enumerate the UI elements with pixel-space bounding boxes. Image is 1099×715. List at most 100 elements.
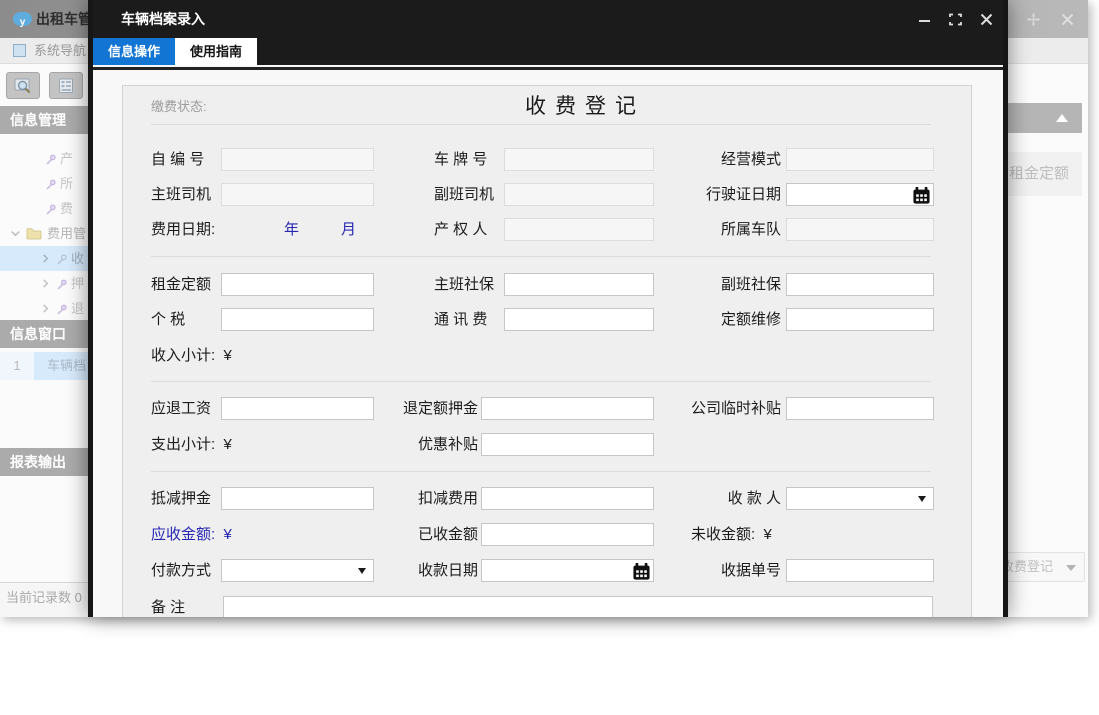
refund-quota-deposit-input[interactable]	[481, 397, 654, 420]
income-subtotal-label: 收入小计: ¥	[151, 344, 232, 367]
divider	[151, 471, 931, 472]
divider	[151, 256, 931, 257]
payee-label: 收 款 人	[641, 487, 781, 510]
fee-register-panel: 缴费状态: 收费登记 自 编 号 车 牌 号 经营模式 主班司机 副班司机 行驶…	[122, 85, 972, 617]
received-label: 已收金额	[391, 523, 478, 546]
close-icon[interactable]	[1060, 12, 1074, 26]
refund-quota-deposit-label: 退定额押金	[391, 397, 478, 420]
search-button[interactable]	[6, 72, 40, 99]
self-no-input[interactable]	[221, 148, 374, 171]
company-subsidy-label: 公司临时补贴	[641, 397, 781, 420]
chevron-right-icon	[40, 303, 51, 314]
dialog-close-icon[interactable]	[980, 13, 993, 26]
fee-year-link[interactable]: 年	[284, 218, 299, 241]
tool-icon	[44, 178, 56, 190]
expense-subtotal-label: 支出小计: ¥	[151, 433, 232, 456]
tab-user-guide[interactable]: 使用指南	[175, 38, 257, 65]
rent-quota-input[interactable]	[221, 273, 374, 296]
divider	[151, 124, 931, 125]
app-logo-icon: y	[13, 12, 32, 26]
self-no-label: 自 编 号	[151, 148, 204, 171]
tree-child-label: 收	[71, 246, 84, 271]
fee-register-dropdown-value: 收费登记	[1001, 559, 1053, 574]
main-driver-label: 主班司机	[151, 183, 211, 206]
pay-method-select[interactable]	[221, 559, 374, 582]
repair-quota-input[interactable]	[786, 308, 934, 331]
fleet-input[interactable]	[786, 218, 934, 241]
folder-icon	[26, 227, 42, 240]
vice-driver-input[interactable]	[504, 183, 654, 206]
vice-social-label: 副班社保	[641, 273, 781, 296]
receipt-no-input[interactable]	[786, 559, 934, 582]
fee-month-link[interactable]: 月	[341, 218, 356, 241]
business-mode-label: 经营模式	[641, 148, 781, 171]
fee-date-label: 费用日期:	[151, 218, 215, 241]
calendar-icon	[912, 186, 931, 205]
tree-item-label: 产	[60, 146, 73, 171]
plate-no-input[interactable]	[504, 148, 654, 171]
offset-deposit-input[interactable]	[221, 487, 374, 510]
company-subsidy-input[interactable]	[786, 397, 934, 420]
dropdown-arrow-icon	[358, 568, 366, 574]
screen: y 出租车管理	[0, 0, 1099, 715]
dialog-minimize-icon[interactable]	[918, 13, 931, 26]
chevron-right-icon	[40, 253, 51, 264]
discount-subsidy-label: 优惠补贴	[391, 433, 478, 456]
income-tax-label: 个 税	[151, 308, 185, 331]
form-list-icon	[57, 78, 75, 94]
restore-icon[interactable]	[1026, 12, 1040, 26]
payee-select[interactable]	[786, 487, 934, 510]
form-title: 收费登记	[525, 90, 645, 120]
dropdown-arrow-icon	[1066, 565, 1076, 571]
refund-salary-input[interactable]	[221, 397, 374, 420]
tree-folder-label: 费用管	[47, 221, 86, 246]
tool-icon	[55, 303, 67, 315]
income-tax-input[interactable]	[221, 308, 374, 331]
collapse-up-icon[interactable]	[1056, 114, 1068, 122]
vice-social-input[interactable]	[786, 273, 934, 296]
business-mode-input[interactable]	[786, 148, 934, 171]
received-input[interactable]	[481, 523, 654, 546]
receipt-date-input[interactable]	[481, 559, 654, 582]
payment-status-label: 缴费状态:	[151, 96, 207, 115]
dialog-maximize-icon[interactable]	[949, 13, 962, 26]
offset-deposit-label: 抵减押金	[151, 487, 211, 510]
vice-driver-label: 副班司机	[434, 183, 494, 206]
unreceived-label: 未收金额: ¥	[691, 523, 772, 546]
divider	[151, 381, 931, 382]
form-list-button[interactable]	[49, 72, 83, 99]
tree-child-label: 押	[71, 271, 84, 296]
ribbon-divider	[93, 67, 1003, 70]
dropdown-arrow-icon	[918, 496, 926, 502]
dialog-window-controls	[918, 0, 993, 38]
comm-fee-input[interactable]	[504, 308, 654, 331]
receipt-no-label: 收据单号	[641, 559, 781, 582]
main-social-input[interactable]	[504, 273, 654, 296]
rent-quota-bg-label: 租金定额	[1009, 152, 1069, 196]
deduct-fee-input[interactable]	[481, 487, 654, 510]
receipt-date-label: 收款日期	[391, 559, 478, 582]
tool-icon	[44, 153, 56, 165]
system-nav-label: 系统导航	[34, 38, 86, 64]
refund-salary-label: 应退工资	[151, 397, 211, 420]
discount-subsidy-input[interactable]	[481, 433, 654, 456]
nav-checkbox-icon	[13, 44, 26, 57]
owner-label: 产 权 人	[434, 218, 487, 241]
owner-input[interactable]	[504, 218, 654, 241]
chevron-down-icon	[10, 228, 21, 239]
tool-icon	[55, 278, 67, 290]
remark-input[interactable]	[223, 596, 933, 617]
main-driver-input[interactable]	[221, 183, 374, 206]
dialog-tabbar: 信息操作 使用指南	[93, 38, 1003, 65]
comm-fee-label: 通 讯 费	[434, 308, 487, 331]
license-date-input[interactable]	[786, 183, 934, 206]
pay-method-label: 付款方式	[151, 559, 211, 582]
vehicle-archive-dialog: 车辆档案录入 信息操作 使用指南	[88, 0, 1008, 617]
license-date-label: 行驶证日期	[641, 183, 781, 206]
tree-item-label: 所	[60, 171, 73, 196]
tree-item-label: 费	[60, 196, 73, 221]
tab-info-operation[interactable]: 信息操作	[93, 38, 175, 65]
tree-child-label: 退	[71, 296, 84, 321]
tool-icon	[44, 203, 56, 215]
chevron-right-icon	[40, 278, 51, 289]
